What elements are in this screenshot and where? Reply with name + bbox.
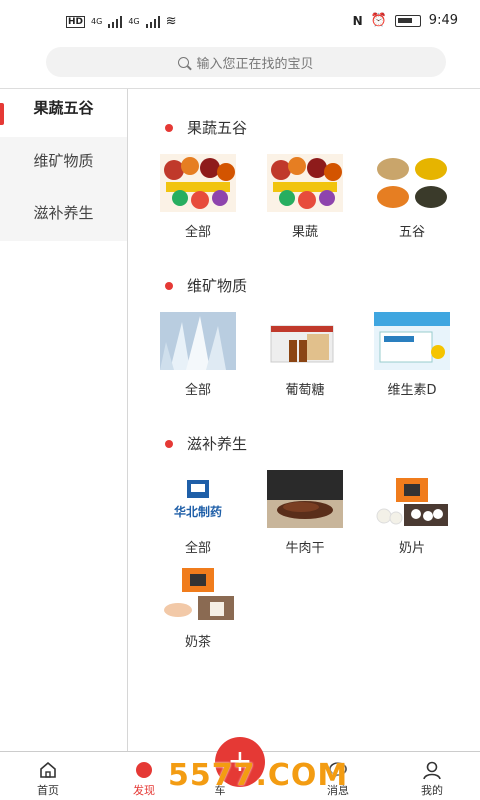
category-content: 果蔬五谷 全部 果蔬 五谷 维矿物质 全部 葡萄糖 维生素D 滋补养生 华北制药… <box>128 89 480 751</box>
category-item-all-minerals[interactable]: 全部 <box>158 312 238 398</box>
category-item-milk-tea[interactable]: 奶茶 <box>158 564 238 650</box>
tab-home[interactable]: 首页 <box>18 760 78 798</box>
brand-logo-text: 华北制药 <box>174 504 222 519</box>
section-title-zibu: 滋补养生 <box>165 433 248 454</box>
category-item-grains[interactable]: 五谷 <box>372 154 452 240</box>
category-item-vitamin-d[interactable]: 维生素D <box>372 312 452 398</box>
fruits-veg-image <box>160 154 236 212</box>
milk-tablet-image <box>374 470 450 528</box>
sidebar-item-label: 维矿物质 <box>33 151 94 170</box>
4g-label: 4G <box>91 17 103 26</box>
status-right: N ⏰ 9:49 <box>353 13 458 28</box>
sidebar-item-label: 滋补养生 <box>33 203 94 222</box>
category-item-label: 五谷 <box>398 225 425 240</box>
bullet-dot-icon <box>165 439 173 448</box>
category-item-fruits[interactable]: 果蔬 <box>265 154 345 240</box>
signal-indicators: HD 4G 4G ≋ <box>66 14 177 29</box>
category-sidebar: 果蔬五谷 维矿物质 滋补养生 <box>0 89 127 751</box>
category-item-all-fruits[interactable]: 全部 <box>158 154 238 240</box>
search-icon <box>178 56 190 68</box>
section-title-text: 滋补养生 <box>187 435 248 453</box>
nfc-icon: N <box>352 13 363 28</box>
category-item-label: 奶茶 <box>184 635 211 650</box>
signal-icon-2 <box>145 15 160 28</box>
tab-discover[interactable]: 发现 <box>114 760 174 798</box>
tab-profile[interactable]: 我的 <box>402 760 462 798</box>
search-placeholder: 输入您正在找的宝贝 <box>196 56 314 72</box>
tab-label: 我的 <box>421 784 443 797</box>
category-item-label: 果蔬 <box>291 225 318 240</box>
status-bar: HD 4G 4G ≋ N ⏰ 9:49 <box>0 0 480 42</box>
brand-logo-image: 华北制药 <box>160 470 236 528</box>
hd-icon: HD <box>66 15 86 28</box>
sidebar-item-label: 果蔬五谷 <box>33 98 94 117</box>
category-item-label: 奶片 <box>398 541 425 556</box>
category-item-label: 维生素D <box>387 383 437 398</box>
wifi-icon: ≋ <box>165 14 177 29</box>
search-input[interactable]: 输入您正在找的宝贝 <box>46 47 446 77</box>
beef-jerky-image <box>267 470 343 528</box>
sidebar-item-weikuang[interactable]: 维矿物质 <box>0 137 127 183</box>
sidebar-item-zibu[interactable]: 滋补养生 <box>0 183 127 241</box>
section-title-text: 果蔬五谷 <box>187 119 248 137</box>
watermark-logo: 5577.COM <box>168 758 349 793</box>
category-item-glucose[interactable]: 葡萄糖 <box>265 312 345 398</box>
section-title-weikuang: 维矿物质 <box>165 275 248 296</box>
milk-tea-image <box>160 564 236 622</box>
alarm-icon: ⏰ <box>370 13 387 28</box>
bullet-dot-icon <box>165 123 173 132</box>
bullet-dot-icon <box>165 281 173 290</box>
category-item-label: 全部 <box>184 383 211 398</box>
4g-label-2: 4G <box>128 17 140 26</box>
category-item-label: 牛肉干 <box>285 541 325 556</box>
category-item-label: 葡萄糖 <box>285 383 325 398</box>
category-item-beef-jerky[interactable]: 牛肉干 <box>265 470 345 556</box>
glucose-image <box>267 312 343 370</box>
fruits-veg-image <box>267 154 343 212</box>
section-title-text: 维矿物质 <box>187 277 248 295</box>
category-item-all-tonic[interactable]: 华北制药 全部 <box>158 470 238 556</box>
tab-label: 发现 <box>133 784 155 797</box>
profile-icon <box>422 760 442 780</box>
discover-icon <box>134 760 154 780</box>
category-item-label: 全部 <box>184 225 211 240</box>
tab-label: 首页 <box>37 784 59 797</box>
signal-icon <box>108 15 123 28</box>
home-icon <box>38 760 58 780</box>
category-item-milk-tablet[interactable]: 奶片 <box>372 470 452 556</box>
grains-image <box>374 154 450 212</box>
category-item-label: 全部 <box>184 541 211 556</box>
status-time: 9:49 <box>428 13 458 28</box>
battery-icon <box>394 14 421 27</box>
sidebar-item-guoshu[interactable]: 果蔬五谷 <box>0 89 127 125</box>
crystal-image <box>160 312 236 370</box>
section-title-guoshu: 果蔬五谷 <box>165 117 248 138</box>
vitamin-d-image <box>374 312 450 370</box>
